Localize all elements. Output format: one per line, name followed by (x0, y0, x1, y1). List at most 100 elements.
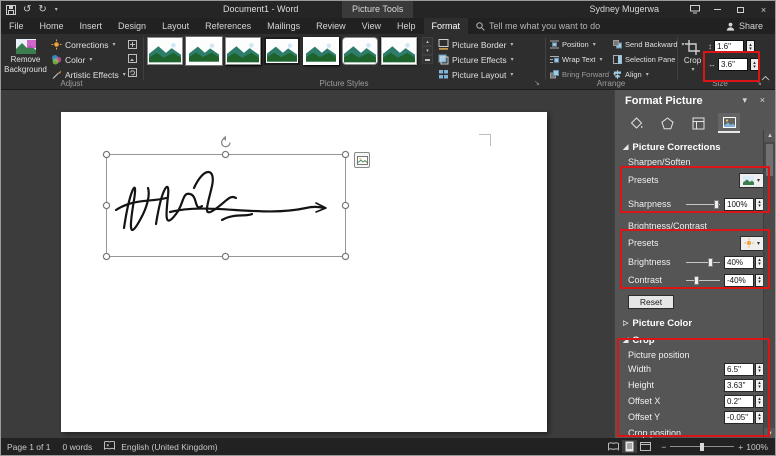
tab-references[interactable]: References (197, 18, 259, 34)
shape-width-spinner[interactable]: ↔ 3.6" ▴▾ (708, 58, 759, 71)
compress-pictures-button[interactable] (127, 39, 138, 50)
corrections-button[interactable]: Corrections ▾ (51, 38, 115, 51)
zoom-out-button[interactable]: − (661, 442, 666, 452)
tab-home[interactable]: Home (32, 18, 72, 34)
reset-picture-button[interactable] (127, 67, 138, 78)
word-count[interactable]: 0 words (62, 442, 92, 452)
customize-qat-button[interactable]: ▾ (54, 1, 58, 18)
tab-file[interactable]: File (1, 18, 32, 34)
spin-down-icon[interactable]: ▾ (758, 385, 761, 389)
spin-down-icon[interactable]: ▾ (749, 47, 752, 51)
brightness-value[interactable]: 40% (724, 256, 754, 269)
spin-down-icon[interactable]: ▾ (758, 204, 761, 208)
picture-height-spinner[interactable]: 3.63" ▴▾ (724, 379, 764, 392)
read-mode-button[interactable] (606, 440, 621, 453)
gallery-more-button[interactable] (422, 55, 433, 64)
selection-handle-se[interactable] (342, 253, 349, 260)
picture-effects-button[interactable]: Picture Effects ▾ (438, 53, 514, 66)
sharpness-slider[interactable] (686, 199, 720, 210)
spin-down-icon[interactable]: ▾ (758, 262, 761, 266)
layout-properties-tab[interactable] (687, 113, 709, 133)
picture-style-thumbnail-2[interactable] (186, 37, 222, 65)
contrast-value[interactable]: -40% (724, 274, 754, 287)
layout-options-button[interactable] (354, 152, 370, 168)
spin-down-icon[interactable]: ▾ (753, 65, 756, 69)
contrast-slider[interactable] (686, 275, 720, 286)
picture-styles-dialog-launcher[interactable]: ↘ (534, 79, 540, 87)
picture-style-thumbnail-6[interactable] (342, 37, 378, 65)
proofing-status[interactable] (104, 441, 115, 452)
zoom-slider[interactable] (670, 441, 734, 452)
pane-close-button[interactable]: × (760, 95, 765, 105)
spin-down-icon[interactable]: ▾ (758, 401, 761, 405)
scrollbar-thumb[interactable] (766, 144, 773, 176)
tab-view[interactable]: View (354, 18, 389, 34)
shape-width-stepper[interactable]: ▴▾ (750, 58, 759, 71)
tell-me-search[interactable]: Tell me what you want to do (476, 18, 600, 34)
pane-options-button[interactable]: ▾ (742, 95, 747, 106)
crop-button[interactable]: Crop ▾ (680, 37, 705, 77)
picture-height-value[interactable]: 3.63" (724, 379, 754, 392)
tab-review[interactable]: Review (308, 18, 354, 34)
selection-handle-w[interactable] (103, 202, 110, 209)
selection-handle-nw[interactable] (103, 151, 110, 158)
selection-handle-sw[interactable] (103, 253, 110, 260)
close-button[interactable]: × (752, 1, 775, 18)
picture-color-section-header[interactable]: ▷ Picture Color (623, 316, 764, 330)
send-backward-button[interactable]: Send Backward ▾ (613, 38, 685, 51)
tab-help[interactable]: Help (389, 18, 424, 34)
picture-width-spinner[interactable]: 6.5" ▴▾ (724, 363, 764, 376)
language-status[interactable]: English (United Kingdom) (121, 442, 217, 452)
offset-y-value[interactable]: -0.05" (724, 411, 754, 424)
print-layout-button[interactable] (622, 440, 637, 453)
picture-style-thumbnail-1[interactable] (147, 37, 183, 65)
offset-x-value[interactable]: 0.2" (724, 395, 754, 408)
picture-style-thumbnail-7[interactable] (381, 37, 417, 65)
selection-handle-s[interactable] (222, 253, 229, 260)
save-button[interactable] (6, 1, 16, 18)
tab-mailings[interactable]: Mailings (259, 18, 308, 34)
wrap-text-button[interactable]: Wrap Text ▾ (550, 53, 603, 66)
signature-image[interactable] (110, 158, 342, 253)
collapse-ribbon-button[interactable] (761, 68, 770, 86)
picture-width-value[interactable]: 6.5" (724, 363, 754, 376)
crop-section-header[interactable]: ◢ Crop (623, 333, 764, 347)
tab-design[interactable]: Design (110, 18, 154, 34)
picture-corrections-section-header[interactable]: ◢ Picture Corrections (623, 140, 764, 154)
rotation-handle[interactable] (219, 135, 233, 149)
sharpness-value[interactable]: 100% (724, 198, 754, 211)
redo-button[interactable]: ↻ (38, 1, 46, 18)
picture-selection[interactable] (106, 154, 346, 257)
undo-button[interactable]: ↺ (23, 1, 31, 18)
zoom-in-button[interactable]: + (738, 442, 743, 452)
brightness-spinner[interactable]: 40% ▴▾ (724, 256, 764, 269)
sharpness-slider-thumb[interactable] (714, 200, 719, 209)
picture-style-thumbnail-5[interactable] (303, 37, 339, 65)
tab-insert[interactable]: Insert (72, 18, 111, 34)
picture-border-button[interactable]: Picture Border ▾ (438, 38, 513, 51)
pane-scrollbar[interactable]: ▲ ▼ (763, 130, 775, 440)
web-layout-button[interactable] (638, 440, 653, 453)
shape-height-stepper[interactable]: ▴▾ (746, 40, 755, 53)
brightness-slider-thumb[interactable] (708, 258, 713, 267)
shape-height-value[interactable]: 1.6" (714, 40, 744, 53)
signed-in-user[interactable]: Sydney Mugerwa (589, 1, 659, 18)
spin-down-icon[interactable]: ▾ (758, 280, 761, 284)
selection-handle-ne[interactable] (342, 151, 349, 158)
sharpness-spinner[interactable]: 100% ▴▾ (724, 198, 764, 211)
picture-tab[interactable] (718, 113, 740, 133)
effects-tab[interactable] (656, 113, 678, 133)
offset-x-spinner[interactable]: 0.2" ▴▾ (724, 395, 764, 408)
fill-line-tab[interactable] (625, 113, 647, 133)
brightness-slider[interactable] (686, 257, 720, 268)
remove-background-button[interactable]: Remove Background (3, 36, 48, 77)
zoom-slider-thumb[interactable] (700, 443, 704, 451)
document-page[interactable] (61, 112, 547, 432)
spin-down-icon[interactable]: ▾ (758, 417, 761, 421)
selection-pane-button[interactable]: Selection Pane (613, 53, 675, 66)
sharpen-presets-button[interactable]: ▾ (739, 173, 764, 188)
ribbon-display-options-button[interactable] (683, 1, 706, 18)
selection-handle-n[interactable] (222, 151, 229, 158)
picture-style-thumbnail-3[interactable] (225, 37, 261, 65)
restore-button[interactable] (729, 1, 752, 18)
